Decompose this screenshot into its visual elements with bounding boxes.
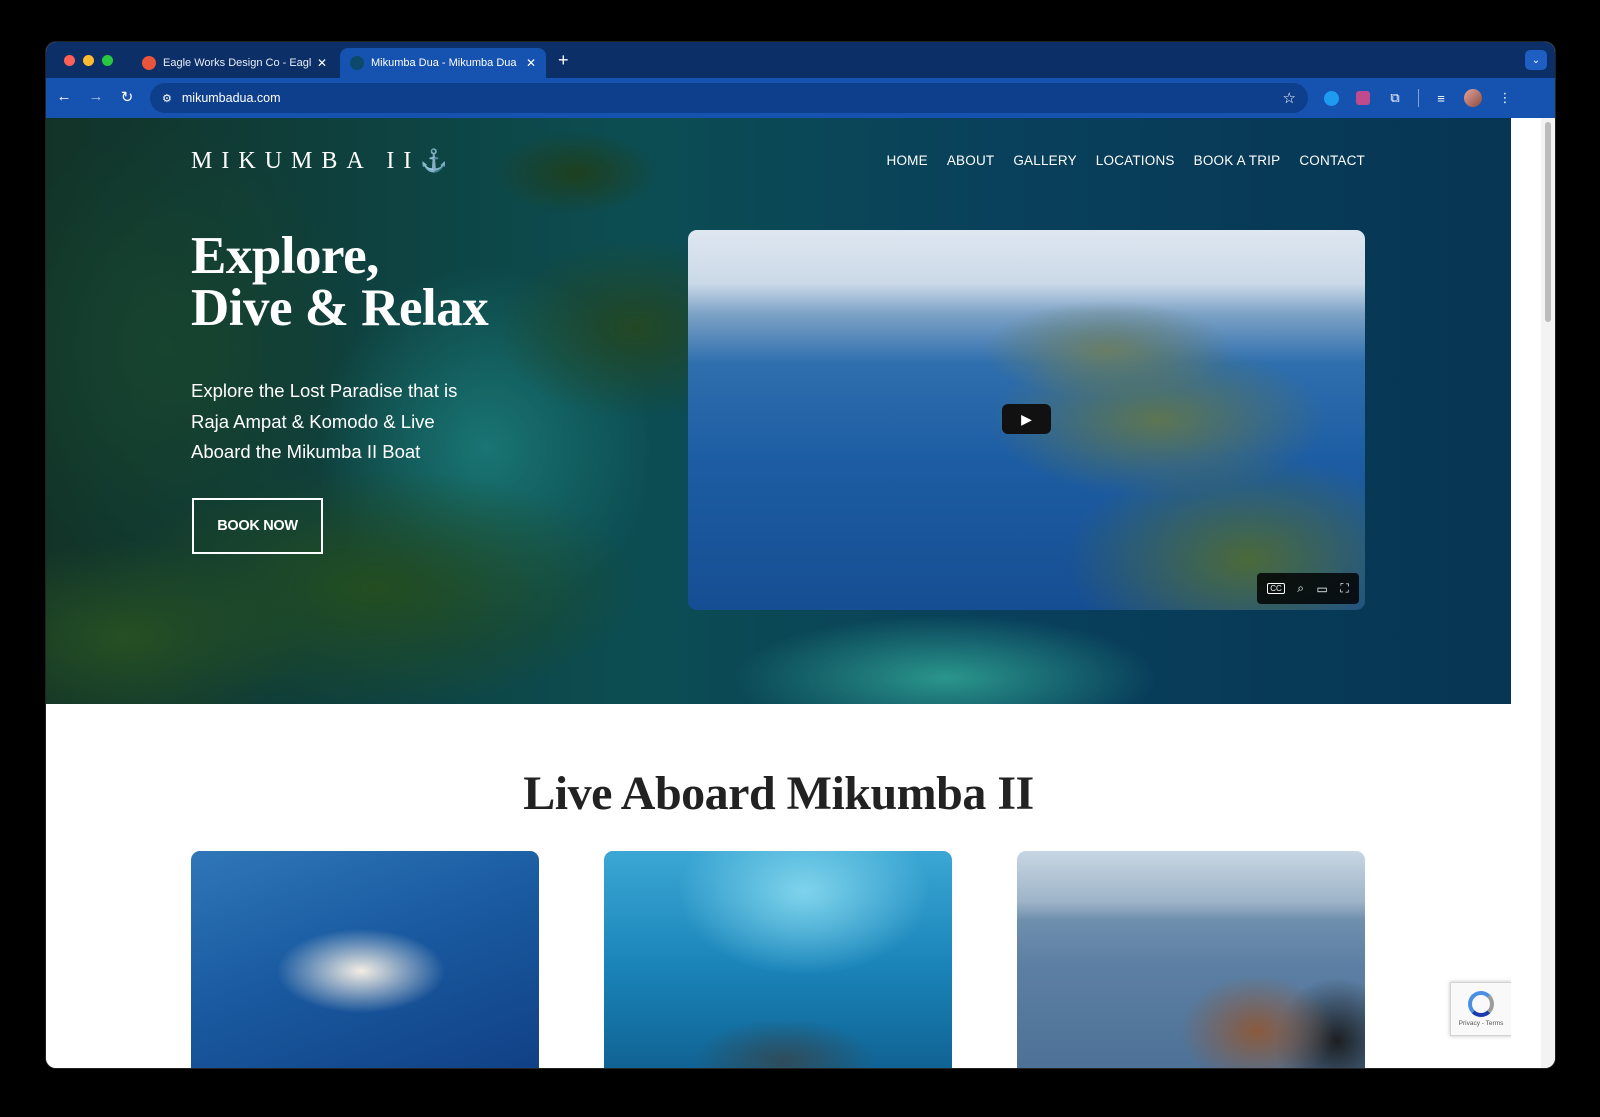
hero-heading-line-1: Explore, (191, 227, 379, 285)
tab-close-icon[interactable]: ✕ (317, 56, 327, 70)
tab-strip: Eagle Works Design Co - Eagl ✕ Mikumba D… (46, 42, 1555, 78)
window-controls (64, 55, 113, 66)
nav-gallery[interactable]: GALLERY (1013, 153, 1076, 168)
eagle-favicon-icon (142, 56, 156, 70)
reload-icon[interactable]: ↻ (117, 88, 137, 106)
play-button[interactable]: ▶ (1002, 404, 1051, 434)
tab-search-chevron-icon[interactable]: ⌄ (1525, 50, 1547, 70)
section-title: Live Aboard Mikumba II (523, 767, 1034, 820)
close-window-button[interactable] (64, 55, 75, 66)
extension-pink-icon[interactable] (1353, 88, 1373, 108)
hero-subtext: Explore the Lost Paradise that is Raja A… (191, 380, 458, 462)
bookmark-star-icon[interactable]: ☆ (1283, 89, 1296, 107)
video-player[interactable]: ▶ CC ⌕ ▭ ⛶ (688, 230, 1365, 610)
site-logo[interactable]: MIKUMBA II⚓ (191, 148, 448, 175)
extensions-puzzle-icon[interactable]: ⧉ (1385, 88, 1405, 108)
recaptcha-text[interactable]: Privacy - Terms (1459, 1020, 1504, 1027)
tab-title: Mikumba Dua - Mikumba Dua (371, 57, 517, 69)
hero-heading-line-2: Dive & Relax (191, 279, 489, 337)
site-settings-icon[interactable]: ⚙ (162, 92, 172, 105)
scrollbar-thumb[interactable] (1545, 122, 1551, 322)
anchor-icon: ⚓ (420, 148, 448, 173)
browser-toolbar: ← → ↻ ⚙ mikumbadua.com ☆ ⧉ ≡ ⋮ (46, 78, 1555, 118)
web-page: MIKUMBA II⚓ HOME ABOUT GALLERY LOCATIONS… (46, 118, 1511, 1068)
video-controls: CC ⌕ ▭ ⛶ (1257, 573, 1359, 604)
card-diver-image[interactable] (604, 851, 952, 1068)
browser-menu-icon[interactable]: ⋮ (1495, 88, 1515, 108)
tab-mikumba-dua[interactable]: Mikumba Dua - Mikumba Dua ✕ (340, 48, 546, 78)
nav-contact[interactable]: CONTACT (1299, 153, 1365, 168)
forward-arrow-icon[interactable]: → (86, 88, 106, 105)
page-scrollbar[interactable] (1541, 118, 1555, 1068)
hero-section: MIKUMBA II⚓ HOME ABOUT GALLERY LOCATIONS… (46, 118, 1511, 704)
search-in-video-icon[interactable]: ⌕ (1297, 581, 1304, 596)
hero-heading: Explore, Dive & Relax (191, 227, 631, 337)
nav-locations[interactable]: LOCATIONS (1096, 153, 1175, 168)
profile-avatar-icon[interactable] (1463, 88, 1483, 108)
captions-icon[interactable]: CC (1267, 583, 1285, 594)
book-now-button[interactable]: BOOK NOW (192, 498, 323, 554)
toolbar-divider (1418, 89, 1419, 107)
back-arrow-icon[interactable]: ← (54, 88, 74, 105)
card-boat-image[interactable] (191, 851, 539, 1068)
mikumba-favicon-icon (350, 56, 364, 70)
nav-about[interactable]: ABOUT (947, 153, 995, 168)
play-icon: ▶ (1021, 410, 1032, 427)
maximize-window-button[interactable] (102, 55, 113, 66)
nav-book-a-trip[interactable]: BOOK A TRIP (1194, 153, 1281, 168)
minimize-window-button[interactable] (83, 55, 94, 66)
cast-icon[interactable]: ▭ (1317, 582, 1328, 596)
reading-list-icon[interactable]: ≡ (1431, 88, 1451, 108)
recaptcha-icon (1468, 991, 1494, 1017)
card-relax-image[interactable] (1017, 851, 1365, 1068)
recaptcha-badge[interactable]: Privacy - Terms (1450, 982, 1511, 1036)
hero-text: Explore, Dive & Relax Explore the Lost P… (191, 230, 631, 468)
main-nav: HOME ABOUT GALLERY LOCATIONS BOOK A TRIP… (887, 153, 1365, 168)
logo-text: MIKUMBA II (191, 148, 421, 174)
browser-window: Eagle Works Design Co - Eagl ✕ Mikumba D… (46, 42, 1555, 1068)
nav-home[interactable]: HOME (887, 153, 928, 168)
address-bar[interactable]: ⚙ mikumbadua.com ☆ (150, 83, 1308, 113)
tab-close-icon[interactable]: ✕ (526, 56, 536, 70)
new-tab-button[interactable]: + (558, 50, 569, 71)
tab-title: Eagle Works Design Co - Eagl (163, 57, 311, 69)
fullscreen-icon[interactable]: ⛶ (1340, 581, 1348, 596)
tab-eagle-works[interactable]: Eagle Works Design Co - Eagl ✕ (132, 48, 337, 78)
extension-blue-icon[interactable] (1321, 88, 1341, 108)
url-text[interactable]: mikumbadua.com (182, 91, 281, 105)
